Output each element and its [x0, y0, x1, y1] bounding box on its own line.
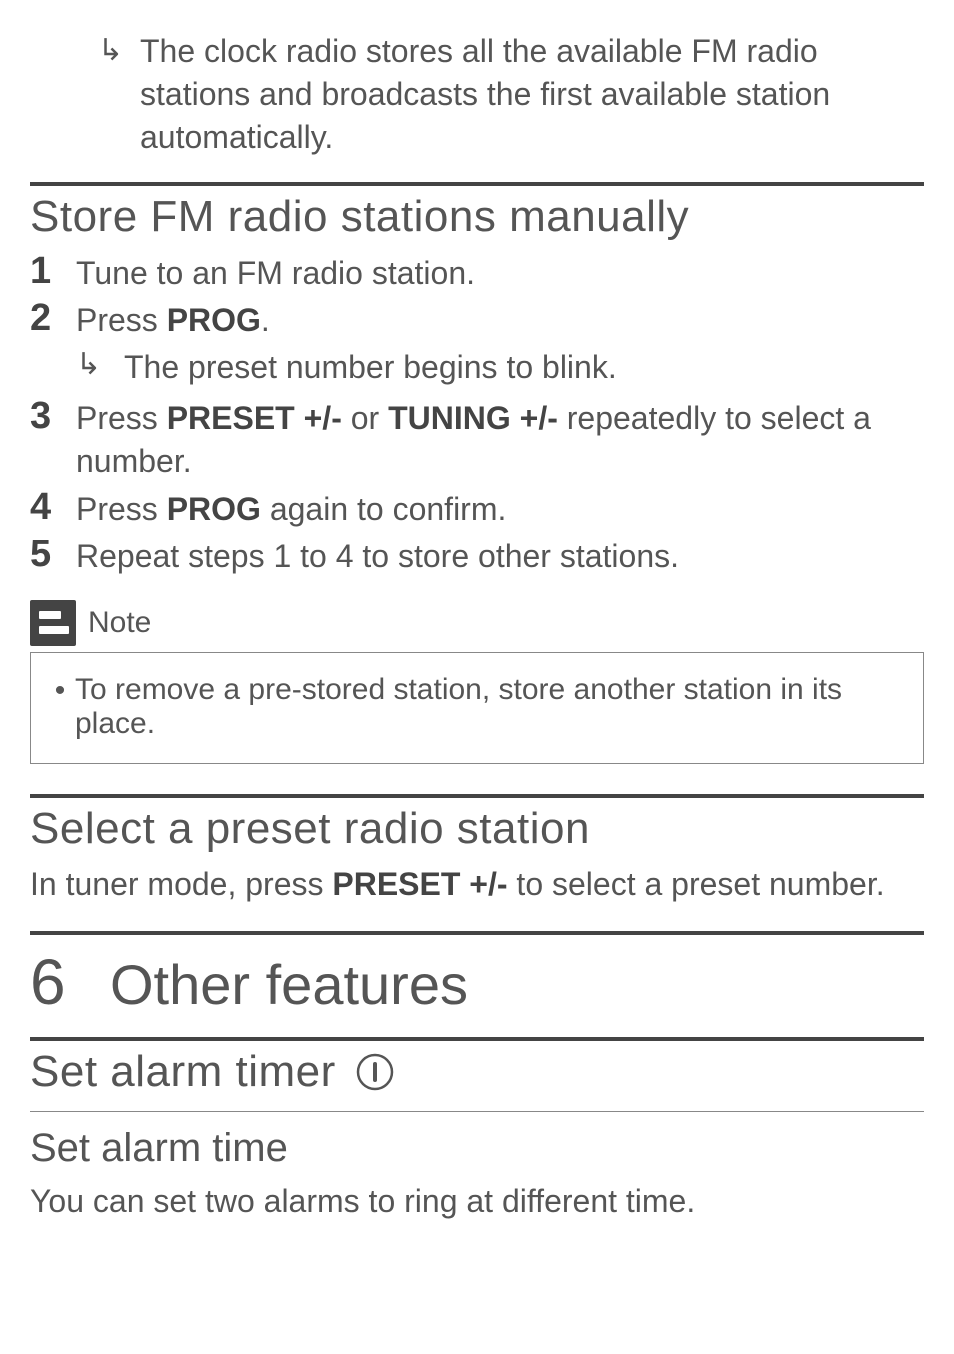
text-bold: TUNING +/- — [388, 400, 558, 436]
note-header: Note — [30, 600, 924, 646]
step-text: Tune to an FM radio station. — [76, 250, 475, 295]
text-segment: Press — [76, 302, 167, 338]
step: 1 Tune to an FM radio station. — [30, 250, 924, 295]
chapter-title: Other features — [110, 952, 468, 1017]
step-number: 1 — [30, 250, 76, 290]
text-segment: Press — [76, 400, 167, 436]
chapter-heading: 6 Other features — [30, 945, 924, 1019]
intro-result-text: The clock radio stores all the available… — [140, 30, 924, 160]
step-number: 4 — [30, 486, 76, 526]
text-segment: Press — [76, 491, 167, 527]
result-arrow-icon: ↳ — [76, 344, 124, 380]
step: 2 Press PROG. — [30, 297, 924, 342]
page: ↳ The clock radio stores all the availab… — [0, 0, 954, 1354]
chapter-number: 6 — [30, 945, 110, 1019]
note-text: To remove a pre-stored station, store an… — [75, 673, 909, 741]
divider-thick — [30, 794, 924, 798]
section-heading-store: Store FM radio stations manually — [30, 192, 924, 242]
divider-thick — [30, 182, 924, 186]
intro-result: ↳ The clock radio stores all the availab… — [30, 30, 924, 160]
section-heading-alarm-text: Set alarm timer — [30, 1047, 336, 1096]
note-box: • To remove a pre-stored station, store … — [30, 652, 924, 764]
divider-thin — [30, 1111, 924, 1112]
text-bold: PROG — [167, 302, 261, 338]
text-segment: Tune to an FM radio station. — [76, 255, 475, 291]
text-bold: PRESET +/- — [332, 866, 507, 902]
bullet-icon: • — [45, 673, 75, 741]
text-segment: to select a preset number. — [508, 866, 885, 902]
subsection-heading-alarm-time: Set alarm time — [30, 1126, 924, 1171]
text-segment: again to confirm. — [261, 491, 506, 527]
steps-list: 1 Tune to an FM radio station. 2 Press P… — [30, 250, 924, 578]
info-circle-icon — [355, 1052, 395, 1103]
text-segment: Repeat steps 1 to 4 to store other stati… — [76, 538, 679, 574]
step-result: ↳ The preset number begins to blink. — [30, 344, 924, 389]
step-result-text: The preset number begins to blink. — [124, 344, 617, 389]
step: 4 Press PROG again to confirm. — [30, 486, 924, 531]
divider-thick — [30, 1037, 924, 1041]
text-segment: In tuner mode, press — [30, 866, 332, 902]
note-icon — [30, 600, 76, 646]
step: 5 Repeat steps 1 to 4 to store other sta… — [30, 533, 924, 578]
step-text: Repeat steps 1 to 4 to store other stati… — [76, 533, 679, 578]
text-segment: or — [342, 400, 388, 436]
step-text: Press PROG again to confirm. — [76, 486, 506, 531]
note-label: Note — [88, 606, 151, 640]
note-item: • To remove a pre-stored station, store … — [45, 673, 909, 741]
step-number: 5 — [30, 533, 76, 573]
section-heading-select: Select a preset radio station — [30, 804, 924, 854]
text-segment: . — [261, 302, 270, 338]
step-text: Press PRESET +/- or TUNING +/- repeatedl… — [76, 395, 924, 483]
step-number: 3 — [30, 395, 76, 435]
text-bold: PROG — [167, 491, 261, 527]
text-bold: PRESET +/- — [167, 400, 342, 436]
divider-thick — [30, 931, 924, 935]
step: 3 Press PRESET +/- or TUNING +/- repeate… — [30, 395, 924, 483]
result-arrow-icon: ↳ — [98, 30, 140, 66]
alarm-paragraph: You can set two alarms to ring at differ… — [30, 1179, 924, 1224]
step-text: Press PROG. — [76, 297, 270, 342]
select-paragraph: In tuner mode, press PRESET +/- to selec… — [30, 862, 924, 907]
step-number: 2 — [30, 297, 76, 337]
section-heading-alarm: Set alarm timer — [30, 1047, 924, 1103]
